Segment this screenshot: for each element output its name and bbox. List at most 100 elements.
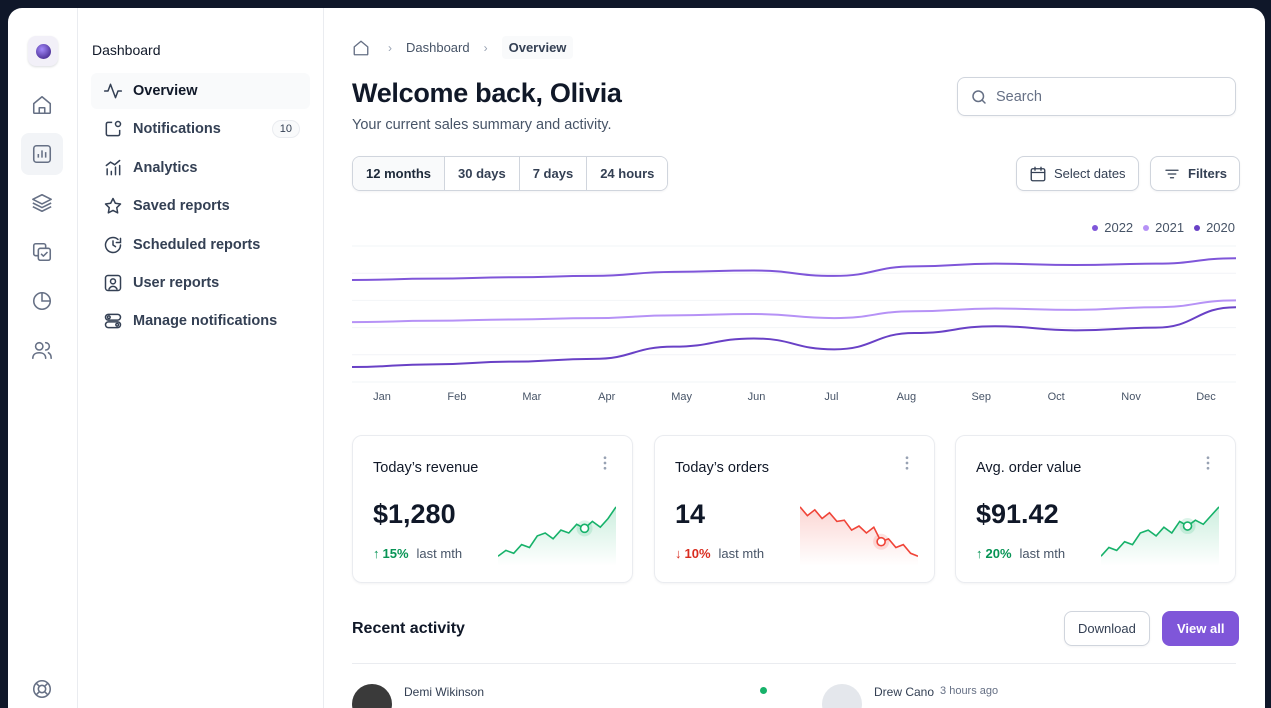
nav-item-label: Manage notifications [133, 313, 278, 329]
life-buoy-icon[interactable] [21, 668, 63, 708]
main-content: › Dashboard › Overview Welcome back, Oli… [324, 8, 1265, 708]
stat-card-avg-order: Avg. order value $91.42 ↑ 20% last mth [955, 435, 1236, 583]
sparkline-marker [579, 523, 590, 534]
stat-delta-label: last mth [718, 546, 765, 561]
more-vertical-icon[interactable] [1199, 454, 1217, 472]
nav-item-overview[interactable]: Overview [91, 73, 310, 109]
check-copy-icon[interactable] [21, 231, 63, 273]
nav-item-analytics[interactable]: Analytics [91, 150, 310, 186]
chevron-right-icon: › [388, 40, 392, 55]
bar-chart-icon[interactable] [21, 133, 63, 175]
x-tick-label: Jun [748, 391, 766, 403]
x-tick-label: Nov [1121, 391, 1141, 403]
toggles-icon [104, 313, 122, 329]
stat-value: $1,280 [373, 499, 456, 529]
x-tick-label: Aug [897, 391, 917, 403]
sales-line-chart: Jan Feb Mar Apr May Jun Jul Aug Sep Oct Nov Dec [352, 245, 1236, 403]
sparkline-marker [876, 536, 886, 547]
stat-value: 14 [675, 499, 706, 529]
sparkline-marker [1182, 521, 1193, 531]
nav-item-scheduled-reports[interactable]: Scheduled reports [91, 227, 310, 263]
more-vertical-icon[interactable] [596, 454, 614, 472]
page-subtitle: Your current sales summary and activity. [352, 117, 612, 133]
x-tick-label: Jul [824, 391, 838, 403]
revenue-sparkline [498, 506, 616, 566]
clock-refresh-icon [104, 236, 122, 254]
stat-delta-percent: 20% [985, 546, 1012, 561]
nav-item-saved-reports[interactable]: Saved reports [91, 188, 310, 224]
chart-legend: 2022 2021 2020 [1092, 220, 1235, 235]
range-24-hours[interactable]: 24 hours [587, 157, 668, 190]
more-vertical-icon[interactable] [898, 454, 916, 472]
filter-lines-icon [1165, 169, 1179, 178]
stat-title: Today’s revenue [373, 460, 479, 476]
chevron-right-icon: › [483, 40, 488, 55]
notification-icon [105, 120, 122, 137]
x-tick-label: Jan [373, 391, 391, 403]
arrow-up-icon: ↑ [373, 546, 380, 561]
avatar [822, 684, 862, 708]
nav-item-label: Analytics [133, 160, 198, 176]
range-30-days[interactable]: 30 days [445, 157, 520, 190]
nav-item-label: Overview [133, 83, 198, 99]
users-icon[interactable] [21, 329, 63, 371]
nav-section-title: Dashboard [92, 42, 161, 58]
search-icon [972, 89, 986, 104]
select-dates-button[interactable]: Select dates [1016, 156, 1139, 191]
layers-icon[interactable] [21, 182, 63, 224]
recent-activity-title: Recent activity [352, 620, 465, 637]
avatar [352, 684, 392, 708]
search-input[interactable]: Search [957, 77, 1236, 116]
stat-value: $91.42 [976, 499, 1059, 529]
divider [352, 663, 1236, 664]
sparkline-area [800, 506, 918, 566]
activity-icon [103, 83, 123, 99]
logo-mark [35, 43, 51, 59]
nav-item-user-reports[interactable]: User reports [91, 265, 310, 301]
notifications-count-badge: 10 [271, 120, 300, 138]
filters-button[interactable]: Filters [1150, 156, 1241, 191]
x-tick-label: Sep [971, 391, 991, 403]
nav-item-label: User reports [133, 275, 220, 291]
star-icon [104, 197, 122, 214]
analytics-icon [105, 159, 121, 176]
stat-delta: ↑ 15% last mth [373, 546, 462, 561]
x-tick-label: Mar [522, 391, 541, 403]
range-7-days[interactable]: 7 days [519, 157, 588, 190]
user-square-icon [104, 274, 122, 292]
series-line-2022 [352, 257, 1236, 281]
range-12-months[interactable]: 12 months [353, 157, 446, 190]
download-button[interactable]: Download [1064, 611, 1150, 646]
time-range-toggle: 12 months 30 days 7 days 24 hours [352, 156, 669, 191]
x-tick-label: Dec [1196, 391, 1216, 403]
x-tick-label: May [671, 391, 692, 403]
home-icon[interactable] [352, 37, 374, 59]
orders-sparkline [800, 506, 918, 566]
breadcrumb-overview[interactable]: Overview [501, 36, 574, 59]
view-all-button[interactable]: View all [1162, 611, 1240, 646]
secondary-nav: Dashboard Overview Notifications 10 Anal… [78, 8, 324, 708]
nav-item-label: Saved reports [133, 198, 230, 214]
stat-delta-percent: 15% [382, 546, 409, 561]
online-status-dot [760, 687, 767, 694]
search-placeholder: Search [996, 88, 1042, 105]
nav-item-manage-notifications[interactable]: Manage notifications [91, 303, 310, 339]
home-icon[interactable] [21, 84, 63, 126]
page-title: Welcome back, Olivia [352, 78, 622, 108]
legend-item-2020: 2020 [1194, 220, 1235, 235]
stat-delta: ↑ 20% last mth [976, 546, 1065, 561]
breadcrumb-dashboard[interactable]: Dashboard [406, 40, 470, 55]
series-line-2021 [352, 299, 1236, 324]
icon-rail [8, 8, 78, 708]
legend-item-2022: 2022 [1092, 220, 1133, 235]
x-tick-label: Feb [447, 391, 466, 403]
pie-chart-icon[interactable] [21, 280, 63, 322]
x-tick-label: Oct [1048, 391, 1065, 403]
stat-title: Today’s orders [675, 460, 770, 476]
filters-label: Filters [1188, 166, 1228, 181]
logo[interactable] [28, 36, 58, 66]
arrow-down-icon: ↓ [675, 546, 682, 561]
nav-item-notifications[interactable]: Notifications 10 [91, 111, 310, 147]
arrow-up-icon: ↑ [976, 546, 983, 561]
sparkline-area [498, 506, 616, 566]
